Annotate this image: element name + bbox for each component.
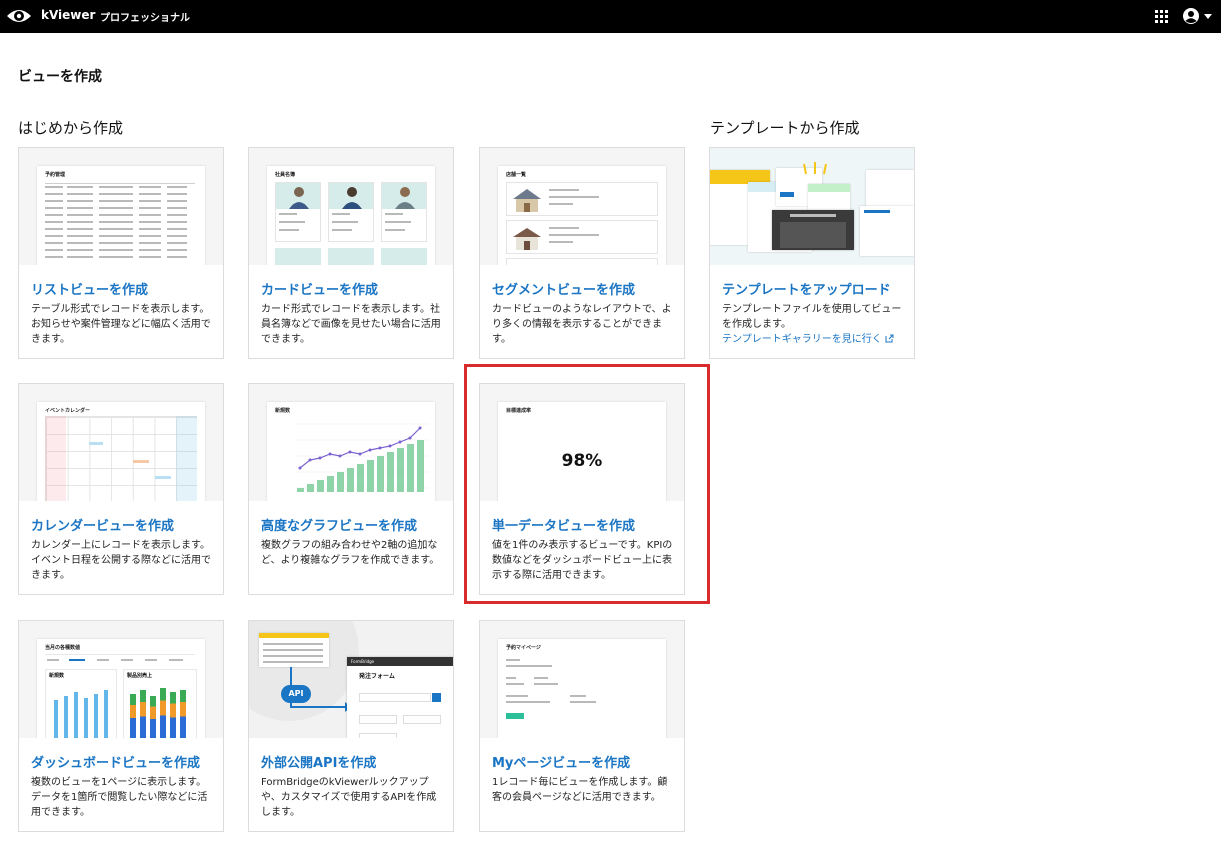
card-description: カレンダー上にレコードを表示します。イベント日程を公開する際などに活用できます。: [31, 540, 211, 581]
card-view-preview: 社員名簿: [249, 148, 453, 265]
preview-title: 当月の各種数値: [45, 645, 81, 651]
card-description: テンプレートファイルを使用してビューを作成します。 テンプレートギャラリーを見に…: [722, 302, 906, 347]
card-view-card[interactable]: 社員名簿 カードビューを作成 カード形式でレコードを表示します。社員名簿などで画…: [248, 147, 454, 359]
card-description: 1レコード毎にビューを作成します。顧客の会員ページなどに活用できます。: [492, 777, 668, 803]
app-name: kViewer: [41, 8, 96, 22]
graph-preview-chart: [295, 423, 429, 492]
card-title: 高度なグラフビューを作成: [261, 519, 418, 534]
calendar-view-card[interactable]: イベントカレンダー カレンダービューを作成 カレンダー上にレコードを表示します。…: [18, 383, 224, 595]
preview-subtitle: 新規数: [49, 673, 65, 679]
graph-view-preview: 新規数: [249, 384, 453, 501]
card-title: 外部公開APIを作成: [261, 756, 377, 771]
formbridge-header: FormBridge: [347, 657, 453, 666]
external-link-icon: [885, 334, 894, 343]
selection-highlight: [464, 364, 710, 604]
section-title-scratch: はじめから作成: [18, 119, 124, 137]
card-title: カードビューを作成: [261, 283, 379, 298]
card-description: カード形式でレコードを表示します。社員名簿などで画像を見せたい場合に活用できます…: [261, 304, 441, 345]
card-title: セグメントビューを作成: [492, 283, 636, 298]
preview-title: 店舗一覧: [506, 172, 527, 178]
card-title: リストビューを作成: [31, 283, 149, 298]
card-title: Myページビューを作成: [492, 756, 631, 771]
preview-title: 社員名簿: [275, 172, 296, 178]
section-title-template: テンプレートから作成: [710, 119, 860, 137]
list-view-preview: 予約管理: [19, 148, 223, 265]
card-description: FormBridgeのkViewerルックアップや、カスタマイズで使用するAPI…: [261, 777, 437, 818]
preview-subtitle: 製品別売上: [127, 673, 153, 679]
calendar-view-preview: イベントカレンダー: [19, 384, 223, 501]
preview-title: 予約管理: [45, 172, 66, 178]
template-upload-card[interactable]: テンプレートをアップロード テンプレートファイルを使用してビューを作成します。 …: [709, 147, 915, 359]
mypage-view-preview: 予約マイページ: [480, 621, 684, 738]
preview-title: イベントカレンダー: [45, 408, 91, 414]
external-api-preview: API FormBridge 発注フォーム: [249, 621, 453, 738]
template-gallery-link-label: テンプレートギャラリーを見に行く: [722, 334, 882, 345]
card-title: ダッシュボードビューを作成: [31, 756, 201, 771]
segment-view-preview: 店舗一覧: [480, 148, 684, 265]
edition-label: プロフェッショナル: [100, 13, 190, 24]
card-description-text: テンプレートファイルを使用してビューを作成します。: [722, 304, 902, 330]
mypage-view-card[interactable]: 予約マイページ Myページビューを作成 1レコード毎にビューを作成します。顧客の…: [479, 620, 685, 832]
preview-title: 予約マイページ: [506, 645, 541, 651]
card-description: 複数グラフの組み合わせや2軸の追加など、より複雑なグラフを作成できます。: [261, 540, 440, 566]
form-title: 発注フォーム: [359, 673, 395, 680]
card-description: カードビューのようなレイアウトで、より多くの情報を表示することができます。: [492, 304, 672, 345]
graph-view-card[interactable]: 新規数 高度なグラフビューを作成 複数グラフの組み合わせや2軸の追加など、より複…: [248, 383, 454, 595]
template-gallery-link[interactable]: テンプレートギャラリーを見に行く: [722, 332, 906, 347]
dashboard-view-preview: 当月の各種数値 新規数 製品別売上: [19, 621, 223, 738]
card-description: テーブル形式でレコードを表示します。お知らせや案件管理などに幅広く活用できます。: [31, 304, 211, 345]
card-title: カレンダービューを作成: [31, 519, 175, 534]
api-badge: API: [281, 685, 311, 703]
apps-grid-icon[interactable]: [1155, 10, 1168, 23]
kviewer-eye-logo[interactable]: [6, 5, 32, 27]
caret-down-icon[interactable]: [1204, 14, 1212, 19]
list-view-card[interactable]: 予約管理 リストビューを作成 テーブル形式でレコードを表示します。お知らせや案件…: [18, 147, 224, 359]
dashboard-view-card[interactable]: 当月の各種数値 新規数 製品別売上 ダッシュボードビューを作成 複数のビューを1…: [18, 620, 224, 832]
top-bar: kViewer プロフェッショナル: [0, 0, 1221, 33]
page-title: ビューを作成: [18, 69, 102, 85]
template-gallery-preview: [710, 148, 914, 265]
card-description: 複数のビューを1ページに表示します。データを1箇所で閲覧したい際などに活用できま…: [31, 777, 208, 818]
segment-view-card[interactable]: 店舗一覧 セグメントビューを作成 カードビューのようなレイアウトで、より多くの情…: [479, 147, 685, 359]
external-api-card[interactable]: API FormBridge 発注フォーム 外部公開APIを作成 FormBri…: [248, 620, 454, 832]
account-icon[interactable]: [1182, 7, 1200, 25]
card-title: テンプレートをアップロード: [722, 283, 891, 298]
